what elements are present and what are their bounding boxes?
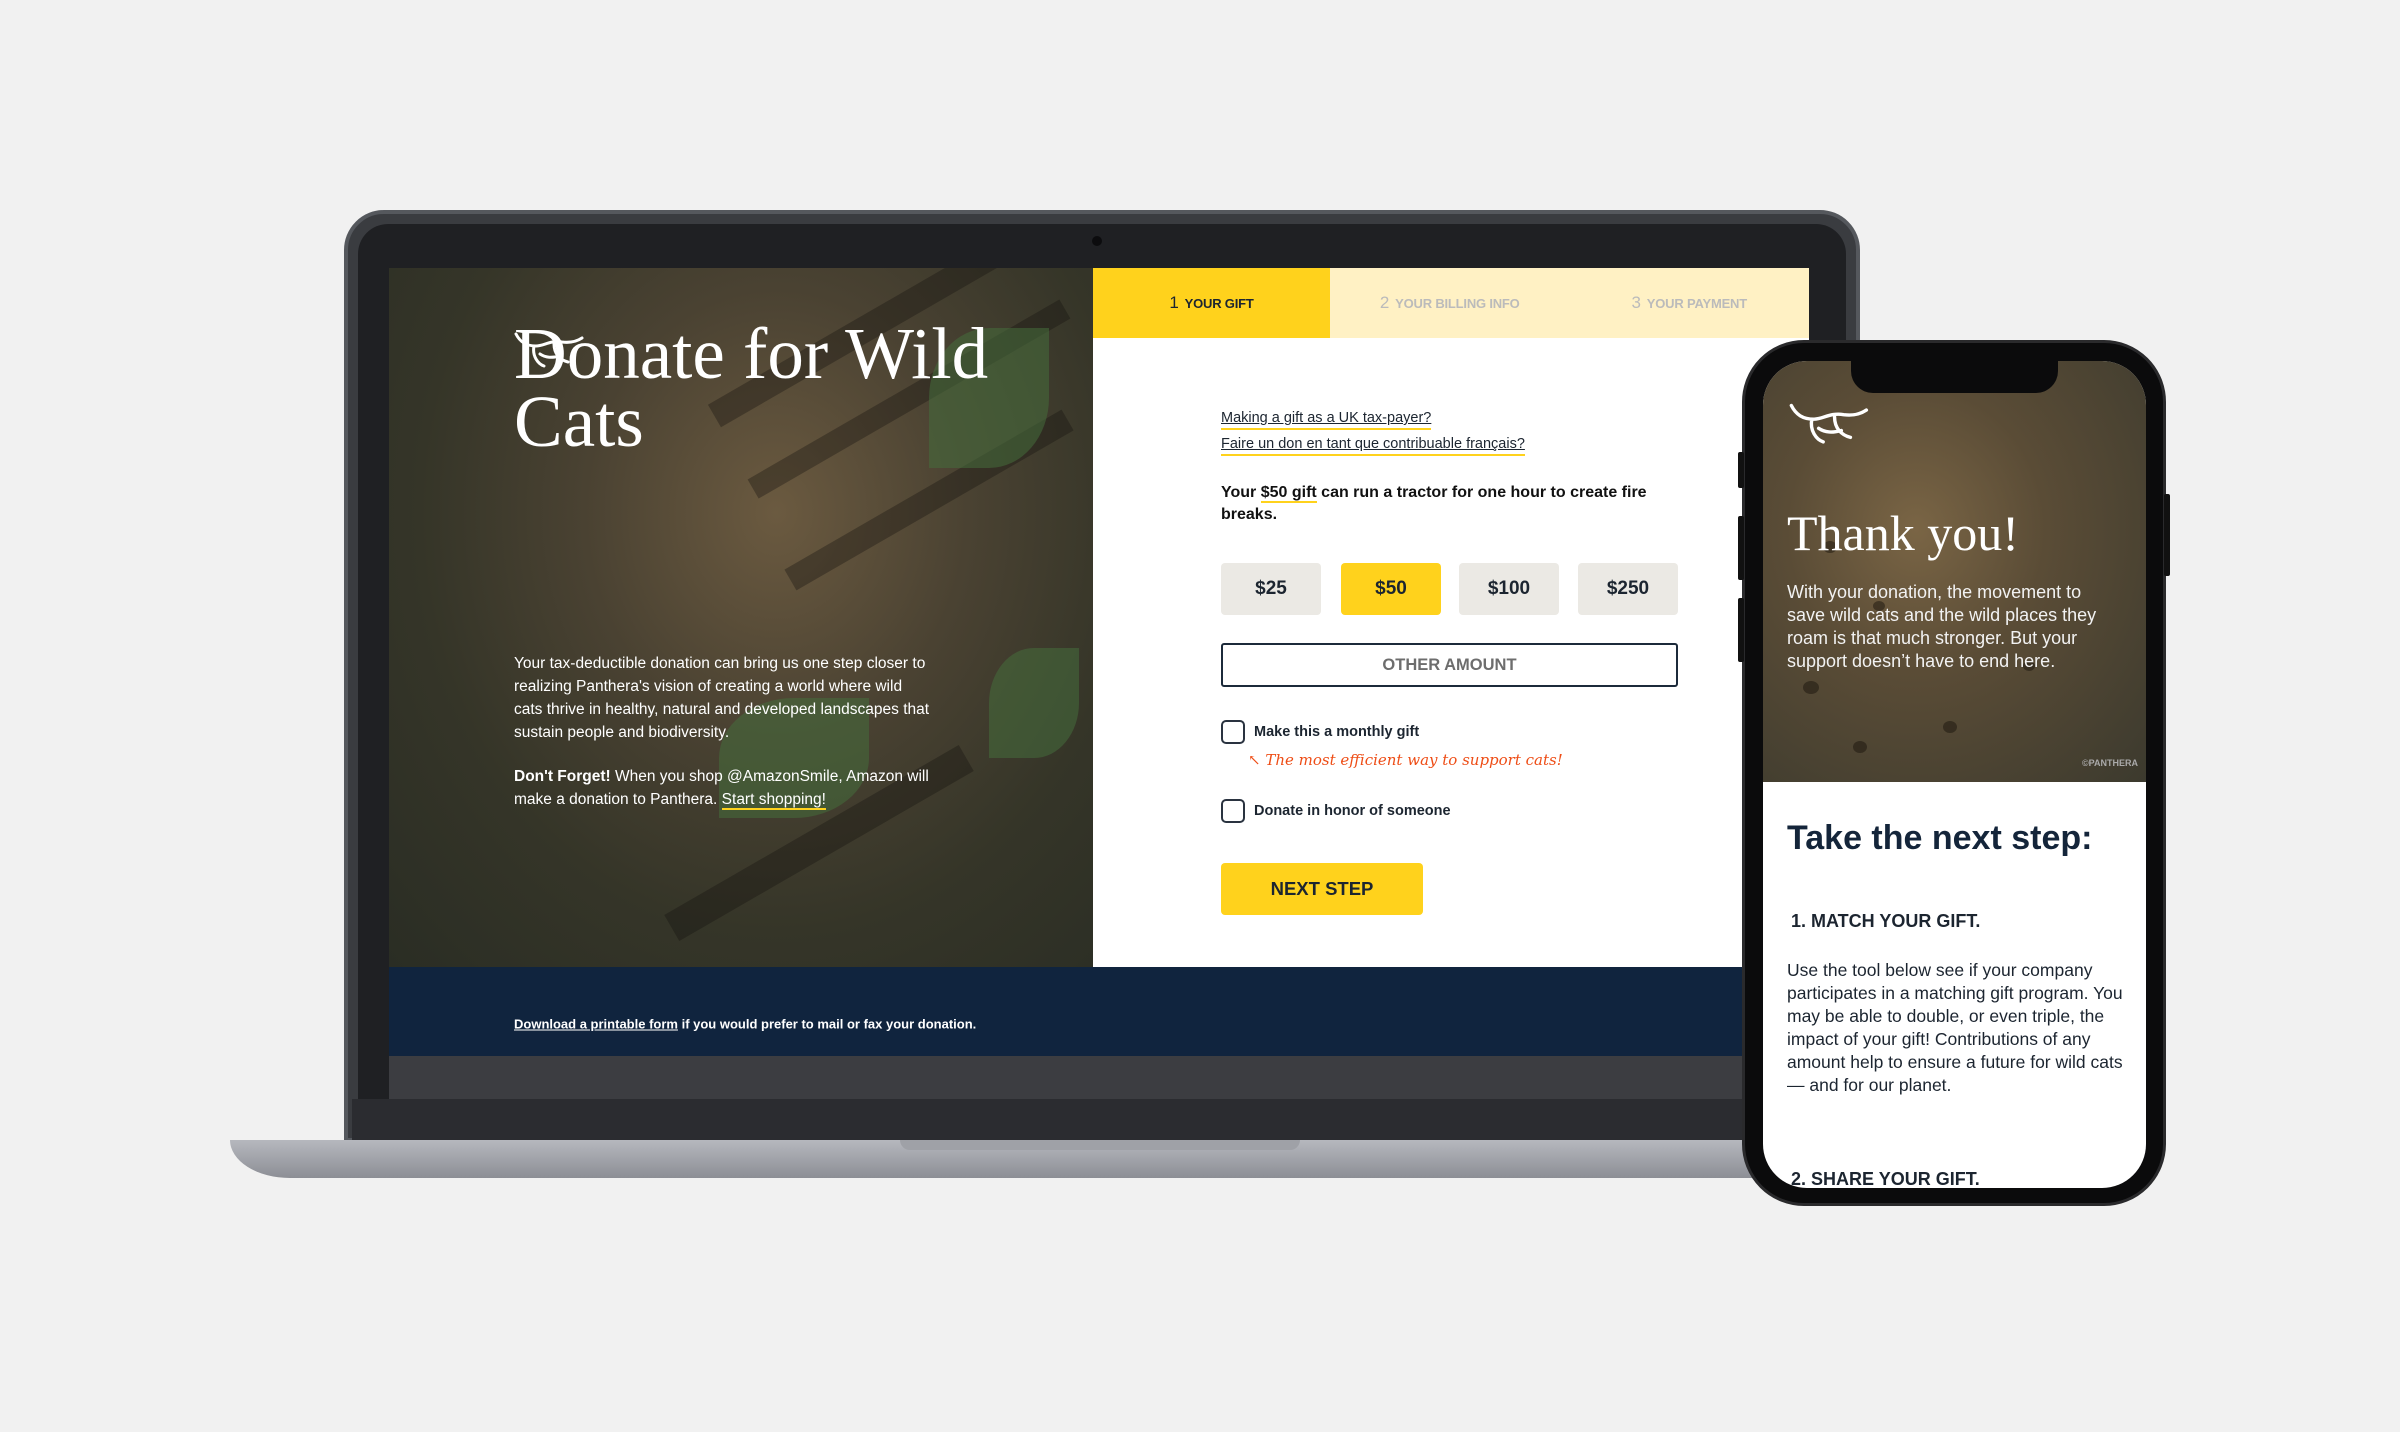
amount-250-button[interactable]: $250 xyxy=(1578,563,1678,615)
hero-panel: Donate for Wild Cats Your tax-deductible… xyxy=(389,268,1093,967)
monthly-gift-checkbox[interactable]: Make this a monthly gift xyxy=(1221,720,1419,744)
amazon-smile-note: Don't Forget! When you shop @AmazonSmile… xyxy=(514,765,934,811)
gift-impact-text: Your $50 gift can run a tractor for one … xyxy=(1221,482,1681,526)
panthera-logo[interactable] xyxy=(1785,401,1875,451)
step-label: YOUR BILLING INFO xyxy=(1395,295,1520,311)
thank-you-text: With your donation, the movement to save… xyxy=(1787,582,2097,671)
honor-label: Donate in honor of someone xyxy=(1254,803,1451,819)
step-number: 3 xyxy=(1631,293,1641,312)
gift-form: Making a gift as a UK tax-payer? Faire u… xyxy=(1093,338,1809,967)
monthly-note: ↖ The most efficient way to support cats… xyxy=(1248,751,1563,769)
phone-button xyxy=(1738,598,1744,662)
phone-button xyxy=(1738,516,1744,580)
next-step-button[interactable]: NEXT STEP xyxy=(1221,863,1423,915)
step-number: 2 xyxy=(1379,293,1390,312)
next-step-heading: Take the next step: xyxy=(1787,819,2093,857)
thank-you-hero: Thank you! With your donation, the movem… xyxy=(1763,361,2146,782)
download-form-link[interactable]: Download a printable form xyxy=(514,1017,678,1032)
step-your-gift[interactable]: 1 YOUR GIFT xyxy=(1093,268,1330,338)
footer-note: if you would prefer to mail or fax your … xyxy=(677,1016,977,1032)
monthly-gift-label: Make this a monthly gift xyxy=(1254,724,1420,740)
honor-checkbox[interactable]: Donate in honor of someone xyxy=(1221,799,1451,823)
intro-text: Your tax-deductible donation can bring u… xyxy=(514,655,930,741)
page-title: Donate for Wild Cats xyxy=(514,313,989,462)
step-label: YOUR GIFT xyxy=(1184,295,1254,311)
other-amount-input[interactable]: OTHER AMOUNT xyxy=(1221,643,1678,687)
pitch-amount: $50 gift xyxy=(1260,484,1317,503)
phone-notch xyxy=(1851,361,2058,393)
watermark: ©PANTHERA xyxy=(2082,758,2138,768)
checkbox-icon[interactable] xyxy=(1221,799,1245,823)
footer-bar: Download a printable form if you would p… xyxy=(389,967,1809,1056)
step-payment[interactable]: 3 YOUR PAYMENT xyxy=(1570,268,1810,338)
thank-you-title: Thank you! xyxy=(1787,505,2019,561)
phone-screen: Thank you! With your donation, the movem… xyxy=(1763,361,2146,1188)
laptop-base xyxy=(230,1140,1860,1178)
step-number: 1 xyxy=(1169,293,1179,312)
pitch-pre: Your xyxy=(1221,484,1261,501)
step-billing-info[interactable]: 2 YOUR BILLING INFO xyxy=(1330,268,1570,338)
step-label: YOUR PAYMENT xyxy=(1646,295,1747,311)
dont-forget-label: Don't Forget! xyxy=(514,768,611,785)
share-gift-heading: 2. SHARE YOUR GIFT. xyxy=(1791,1169,1980,1188)
screen-bottom-area xyxy=(389,1056,1809,1099)
phone-button xyxy=(2164,494,2170,576)
laptop-chin xyxy=(352,1099,1852,1142)
match-gift-text: Use the tool below see if your company p… xyxy=(1787,960,2123,1095)
footer-text: Download a printable form if you would p… xyxy=(514,1017,976,1032)
checkbox-icon[interactable] xyxy=(1221,720,1245,744)
match-gift-heading: 1. MATCH YOUR GIFT. xyxy=(1791,911,1981,931)
amount-50-button[interactable]: $50 xyxy=(1341,563,1441,615)
camera-icon xyxy=(1092,236,1102,246)
start-shopping-link[interactable]: Start shopping! xyxy=(721,791,826,810)
amount-25-button[interactable]: $25 xyxy=(1221,563,1321,615)
progress-steps: 1 YOUR GIFT 2 YOUR BILLING INFO 3 YOUR PAYM… xyxy=(1093,268,1809,338)
french-taxpayer-link[interactable]: Faire un don en tant que contribuable fr… xyxy=(1221,435,1525,456)
amount-100-button[interactable]: $100 xyxy=(1459,563,1559,615)
phone-button xyxy=(1738,452,1744,488)
uk-taxpayer-link[interactable]: Making a gift as a UK tax-payer? xyxy=(1221,409,1432,430)
